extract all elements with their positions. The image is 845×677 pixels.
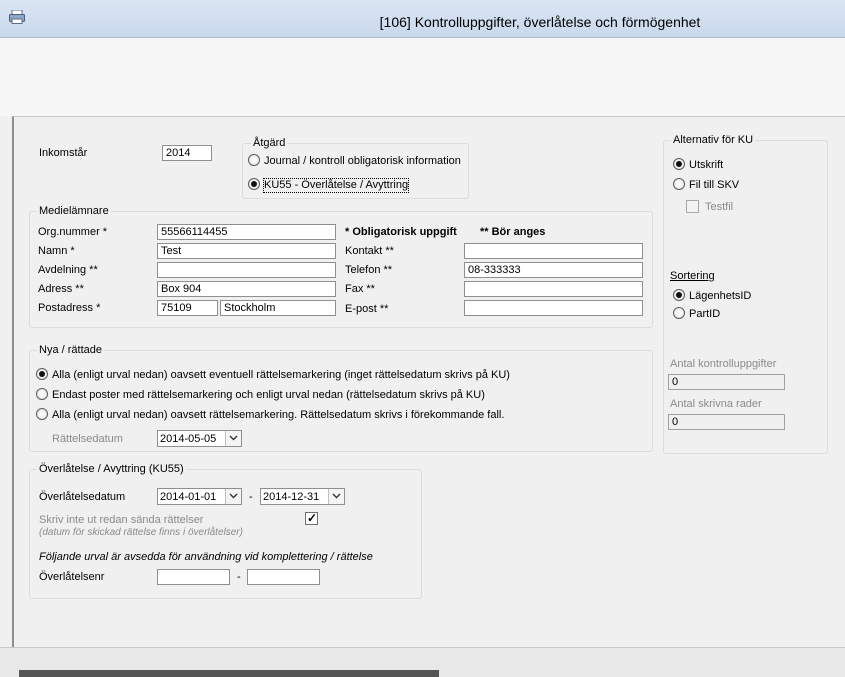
overlatelsedatum-to-value: 2014-12-31 [263, 491, 320, 503]
ort-input[interactable]: Stockholm [220, 300, 336, 316]
overlatelsedatum-from-value: 2014-01-01 [160, 491, 217, 503]
telefon-input[interactable]: 08-333333 [464, 262, 643, 278]
fax-input[interactable] [464, 281, 643, 297]
taskbar-fragment [19, 670, 439, 677]
atgard-title: Åtgärd [251, 137, 288, 150]
overlatelsedatum-from-dropdown[interactable] [225, 489, 241, 504]
avdelning-input[interactable] [157, 262, 336, 278]
nr-range-dash: - [237, 571, 241, 583]
overlatelse-title: Överlåtelse / Avyttring (KU55) [37, 463, 186, 476]
skriv-inte-checkbox[interactable]: ✓ [305, 512, 318, 525]
testfil-label: Testfil [705, 201, 734, 213]
sortering-label: Sortering [670, 270, 715, 282]
nya-alla-radio[interactable] [36, 368, 48, 380]
sort-partid-radio[interactable] [673, 307, 685, 319]
epost-input[interactable] [464, 300, 643, 316]
overlatelsedatum-label: Överlåtelsedatum [39, 491, 126, 503]
antal-kontroll-label: Antal kontrolluppgifter [670, 358, 777, 370]
rattelsedatum-picker[interactable]: 2014-05-05 [157, 430, 242, 447]
adress-input[interactable]: Box 904 [157, 281, 336, 297]
chevron-down-icon [229, 493, 238, 499]
nya-alla-datum-radio[interactable] [36, 408, 48, 420]
antal-rader-label: Antal skrivna rader [670, 398, 762, 410]
rattelsedatum-label: Rättelsedatum [52, 433, 123, 445]
postnr-input[interactable]: 75109 [157, 300, 218, 316]
checkmark-icon: ✓ [307, 511, 318, 525]
kontakt-input[interactable] [464, 243, 643, 259]
atgard-journal-radio[interactable] [248, 154, 260, 166]
fax-label: Fax ** [345, 283, 375, 295]
nya-alla-label[interactable]: Alla (enligt urval nedan) oavsett eventu… [52, 369, 510, 382]
chevron-down-icon [332, 493, 341, 499]
telefon-label: Telefon ** [345, 264, 393, 276]
epost-label: E-post ** [345, 303, 389, 315]
date-range-dash: - [249, 491, 253, 503]
overlatelsenr-to-input[interactable] [247, 569, 320, 585]
rattelsedatum-dropdown[interactable] [225, 431, 241, 446]
alternativ-title: Alternativ för KU [671, 134, 756, 147]
fil-skv-radio[interactable] [673, 178, 685, 190]
overlatelsenr-from-input[interactable] [157, 569, 230, 585]
namn-input[interactable]: Test [157, 243, 336, 259]
orgnummer-input[interactable]: 55566114455 [157, 224, 336, 240]
overlatelsedatum-to-picker[interactable]: 2014-12-31 [260, 488, 345, 505]
sort-lagenhetsid-radio[interactable] [673, 289, 685, 301]
overlatelsedatum-from-picker[interactable]: 2014-01-01 [157, 488, 242, 505]
kontakt-label: Kontakt ** [345, 245, 394, 257]
title-bar: [106] Kontrolluppgifter, överlåtelse och… [0, 0, 845, 38]
antal-rader-value: 0 [668, 414, 785, 430]
medielamnare-title: Medielämnare [37, 205, 111, 218]
postadress-label: Postadress * [38, 302, 101, 314]
nya-endast-radio[interactable] [36, 388, 48, 400]
atgard-journal-label[interactable]: Journal / kontroll obligatorisk informat… [264, 155, 461, 168]
adress-label: Adress ** [38, 283, 84, 295]
utskrift-radio[interactable] [673, 158, 685, 170]
fil-skv-label[interactable]: Fil till SKV [689, 179, 739, 192]
orgnummer-label: Org.nummer * [38, 226, 108, 238]
skriv-inte-sublabel: (datum för skickad rättelse finns i över… [39, 527, 243, 538]
inkomstar-input[interactable]: 2014 [162, 145, 212, 161]
nya-title: Nya / rättade [37, 344, 104, 357]
rattelsedatum-value: 2014-05-05 [160, 433, 217, 445]
legend-should: ** Bör anges [480, 226, 546, 238]
chevron-down-icon [229, 435, 238, 441]
antal-kontroll-value: 0 [668, 374, 785, 390]
komplettering-note: Följande urval är avsedda för användning… [39, 551, 373, 563]
overlatelsenr-label: Överlåtelsenr [39, 571, 105, 583]
atgard-ku55-label[interactable]: KU55 - Överlåtelse / Avyttring [262, 178, 410, 193]
atgard-ku55-radio[interactable] [248, 178, 260, 190]
toolbar-area [0, 38, 845, 116]
overlatelsedatum-to-dropdown[interactable] [328, 489, 344, 504]
avdelning-label: Avdelning ** [38, 264, 98, 276]
testfil-checkbox[interactable] [686, 200, 699, 213]
inkomstar-label: Inkomstår [39, 147, 88, 159]
sort-lagenhetsid-label[interactable]: LägenhetsID [689, 290, 751, 303]
nya-endast-label[interactable]: Endast poster med rättelsemarkering och … [52, 389, 485, 402]
utskrift-label[interactable]: Utskrift [689, 159, 723, 172]
legend-mandatory: * Obligatorisk uppgift [345, 226, 457, 238]
nya-alla-datum-label[interactable]: Alla (enligt urval nedan) oavsett rättel… [52, 409, 504, 422]
sort-partid-label[interactable]: PartID [689, 308, 720, 321]
window-title: [106] Kontrolluppgifter, överlåtelse och… [379, 14, 701, 30]
namn-label: Namn * [38, 245, 75, 257]
